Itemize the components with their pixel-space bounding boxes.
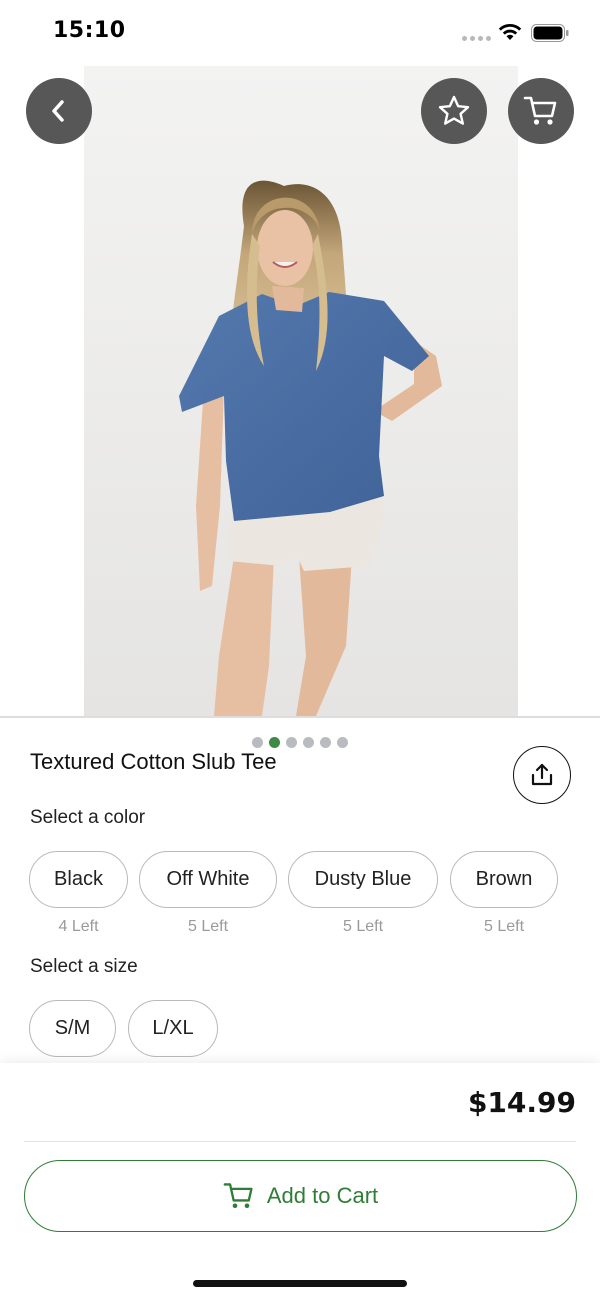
back-button[interactable] <box>26 78 92 144</box>
wifi-icon <box>498 23 522 40</box>
pager-dot[interactable] <box>303 737 314 748</box>
color-option-label: Black <box>54 868 103 890</box>
favorite-button[interactable] <box>421 78 487 144</box>
size-section-label: Select a size <box>30 956 138 977</box>
share-button[interactable] <box>513 746 571 804</box>
color-section-label: Select a color <box>30 807 146 828</box>
size-option-l-xl[interactable]: L/XL <box>128 1000 218 1057</box>
share-icon <box>531 763 553 786</box>
pager-dot[interactable] <box>320 737 331 748</box>
divider <box>0 716 600 718</box>
color-option-off-white[interactable]: Off White <box>139 851 277 908</box>
color-option-label: Dusty Blue <box>314 868 412 890</box>
home-indicator[interactable] <box>193 1280 407 1287</box>
cart-icon <box>523 96 557 125</box>
color-option-label: Brown <box>475 868 533 890</box>
size-option-s-m[interactable]: S/M <box>29 1000 116 1057</box>
cart-button[interactable] <box>508 78 574 144</box>
add-to-cart-button[interactable]: Add to Cart <box>24 1160 577 1232</box>
divider <box>24 1141 576 1142</box>
stock-count: 5 Left <box>187 918 229 935</box>
color-option-brown[interactable]: Brown <box>450 851 558 908</box>
stock-count: 4 Left <box>58 918 99 935</box>
star-icon <box>438 95 470 125</box>
cart-icon <box>223 1183 253 1209</box>
size-option-label: S/M <box>54 1017 91 1039</box>
stock-count: 5 Left <box>342 918 384 935</box>
stock-count: 5 Left <box>483 918 525 935</box>
battery-icon <box>531 24 569 42</box>
color-option-black[interactable]: Black <box>29 851 128 908</box>
color-option-label: Off White <box>166 868 250 890</box>
product-photo <box>84 66 518 716</box>
pager-dot[interactable] <box>252 737 263 748</box>
product-title: Textured Cotton Slub Tee <box>30 749 277 774</box>
chevron-left-icon <box>52 100 64 122</box>
color-option-dusty-blue[interactable]: Dusty Blue <box>288 851 438 908</box>
cellular-signal-icon <box>462 36 491 41</box>
size-option-label: L/XL <box>152 1017 194 1039</box>
pager-dot[interactable] <box>269 737 280 748</box>
pager-dot[interactable] <box>286 737 297 748</box>
status-time: 15:10 <box>53 18 126 43</box>
add-to-cart-label: Add to Cart <box>266 1183 379 1208</box>
purchase-panel: $14.99 Add to Cart <box>0 1063 600 1299</box>
pager-dot[interactable] <box>337 737 348 748</box>
product-image-carousel[interactable] <box>0 66 600 758</box>
product-price: $14.99 <box>467 1086 576 1119</box>
status-bar: 15:10 <box>0 0 600 66</box>
